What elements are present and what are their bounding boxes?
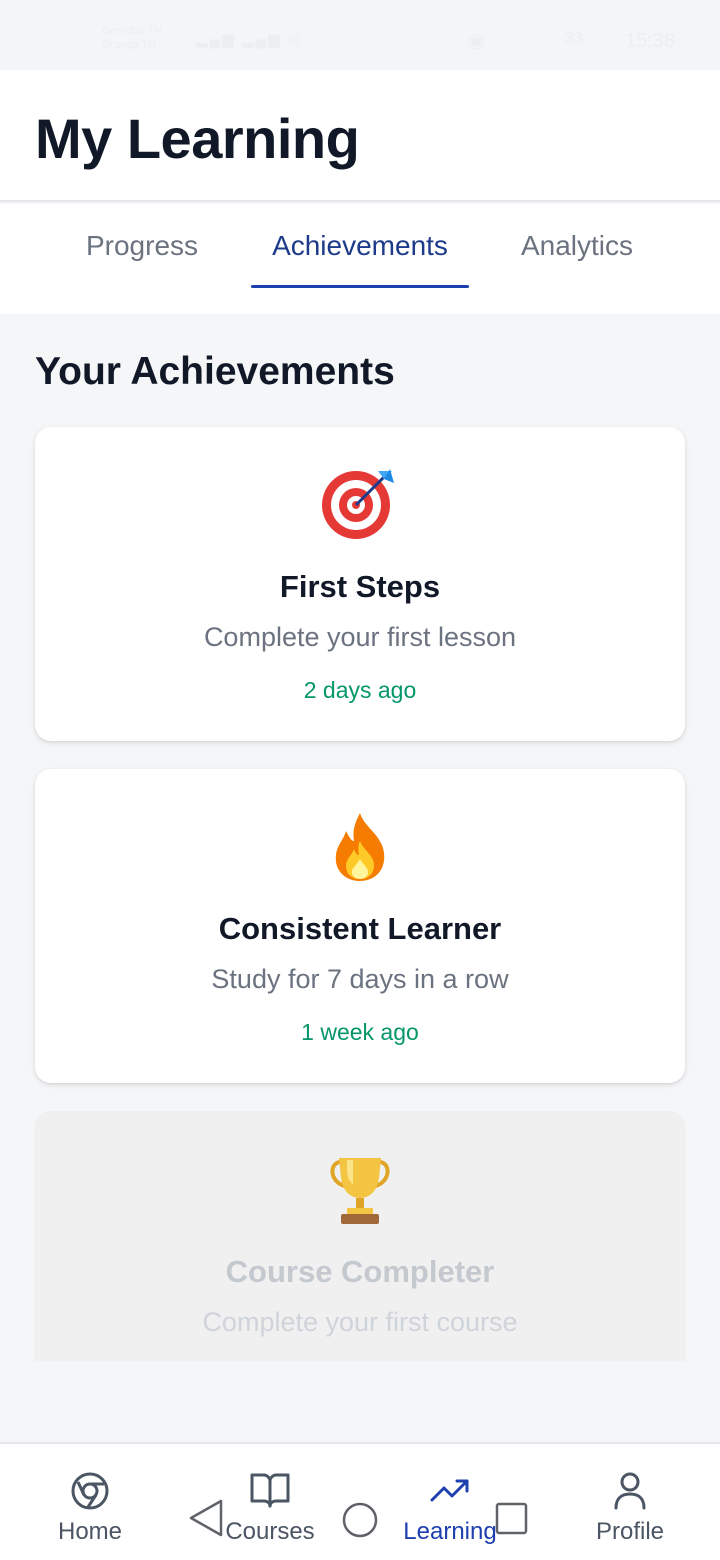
nav-profile[interactable]: Profile bbox=[565, 1444, 695, 1560]
signal-icon: ▂▄▆ ▂▄▆ ◎ bbox=[196, 31, 303, 48]
system-back-icon[interactable] bbox=[188, 1498, 224, 1543]
achievement-date: 1 week ago bbox=[301, 1019, 419, 1045]
tab-bar: Progress Achievements Analytics bbox=[0, 204, 720, 314]
user-icon bbox=[565, 1470, 695, 1514]
tab-progress[interactable]: Progress bbox=[62, 204, 222, 288]
achievement-card-locked: Course Completer Complete your first cou… bbox=[35, 1111, 685, 1361]
status-icons: ◉ ◌ bbox=[468, 30, 521, 52]
app-header: My Learning bbox=[0, 70, 720, 202]
battery-level: 33 bbox=[565, 30, 583, 47]
trophy-icon bbox=[36, 1150, 684, 1230]
system-recents-icon[interactable] bbox=[495, 1502, 529, 1541]
nav-courses[interactable]: Courses bbox=[205, 1444, 335, 1560]
nav-label: Courses bbox=[225, 1518, 315, 1545]
carrier-2: Orange TN bbox=[102, 39, 157, 51]
nav-home[interactable]: Home bbox=[25, 1444, 155, 1560]
achievement-card: Consistent Learner Study for 7 days in a… bbox=[35, 769, 685, 1083]
clock: 15:38 bbox=[625, 30, 676, 52]
tab-achievements[interactable]: Achievements bbox=[251, 204, 469, 288]
achievement-name: Course Completer bbox=[225, 1254, 495, 1289]
achievement-description: Study for 7 days in a row bbox=[211, 964, 509, 994]
system-home-icon[interactable] bbox=[341, 1501, 379, 1544]
carrier-info: Ooredoo TN Orange TN bbox=[102, 24, 162, 52]
status-bar: Ooredoo TN Orange TN ▂▄▆ ▂▄▆ ◎ ◉ ◌ 33 15… bbox=[0, 0, 720, 70]
book-icon bbox=[205, 1470, 335, 1514]
fire-icon bbox=[35, 807, 685, 887]
achievement-description: Complete your first course bbox=[202, 1307, 518, 1337]
achievement-date: 2 days ago bbox=[303, 677, 417, 703]
achievement-description: Complete your first lesson bbox=[203, 622, 517, 652]
achievement-card: First Steps Complete your first lesson 2… bbox=[35, 427, 685, 741]
tab-analytics[interactable]: Analytics bbox=[498, 204, 656, 288]
section-title: Your Achievements bbox=[35, 350, 395, 393]
carrier-1: Ooredoo TN bbox=[102, 25, 163, 37]
nav-label: Profile bbox=[595, 1518, 665, 1545]
compass-icon bbox=[25, 1470, 155, 1514]
achievement-name: First Steps bbox=[279, 569, 441, 604]
nav-label: Home bbox=[57, 1518, 123, 1545]
achievement-name: Consistent Learner bbox=[218, 911, 502, 946]
page-title: My Learning bbox=[35, 107, 360, 170]
active-tab-indicator bbox=[251, 285, 469, 288]
dart-target-icon bbox=[35, 465, 685, 545]
